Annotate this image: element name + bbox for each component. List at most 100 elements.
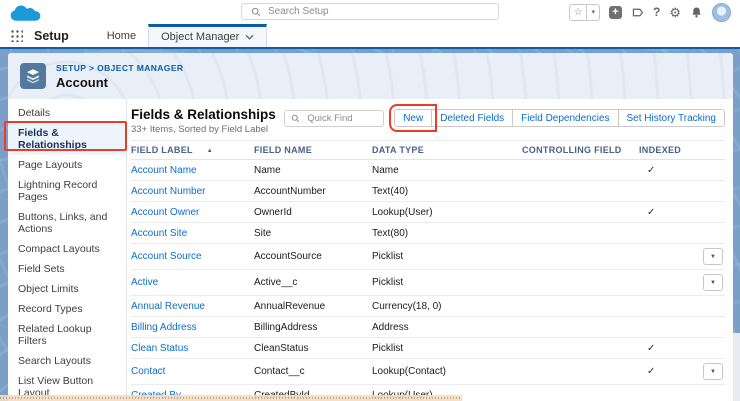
field-label-link[interactable]: Created By	[131, 390, 181, 401]
sidebar-item-page-layouts[interactable]: Page Layouts	[8, 155, 126, 175]
search-icon	[291, 114, 300, 123]
main-title-block: Fields & Relationships 33+ Items, Sorted…	[131, 107, 276, 135]
column-header-label: FIELD LABEL	[131, 145, 193, 155]
guidance-center-icon[interactable]	[631, 6, 644, 19]
set-history-tracking-button[interactable]: Set History Tracking	[618, 109, 725, 127]
tab-object-manager[interactable]: Object Manager	[148, 24, 267, 47]
sidebar-item-buttons-links-and-actions[interactable]: Buttons, Links, and Actions	[8, 207, 126, 239]
data-type-cell: Text(40)	[372, 186, 522, 197]
column-header-data-type[interactable]: DATA TYPE	[372, 145, 522, 155]
tab-home[interactable]: Home	[95, 24, 148, 47]
sidebar-item-field-sets[interactable]: Field Sets	[8, 259, 126, 279]
column-header-field-label[interactable]: FIELD LABEL ▲	[131, 145, 254, 155]
field-name-cell: CleanStatus	[254, 343, 372, 354]
indexed-check-icon: ✓	[647, 165, 655, 176]
column-header-field-name[interactable]: FIELD NAME	[254, 145, 372, 155]
sidebar-item-compact-layouts[interactable]: Compact Layouts	[8, 239, 126, 259]
user-avatar[interactable]	[712, 3, 731, 22]
field-label-link[interactable]: Contact	[131, 366, 165, 377]
favorites-dropdown-icon[interactable]: ▾	[587, 8, 599, 16]
favorites-star-icon[interactable]: ☆	[570, 6, 587, 19]
table-row: Clean StatusCleanStatusPicklist✓	[131, 338, 725, 359]
column-header-controlling-field[interactable]: CONTROLLING FIELD	[522, 145, 639, 155]
new-button[interactable]: New	[394, 109, 432, 127]
section-subtitle: 33+ Items, Sorted by Field Label	[131, 124, 276, 135]
sidebar-item-details[interactable]: Details	[8, 103, 126, 123]
table-row: Billing AddressBillingAddressAddress	[131, 317, 725, 338]
field-label-link[interactable]: Account Site	[131, 228, 187, 239]
main-panel: Fields & Relationships 33+ Items, Sorted…	[127, 99, 733, 401]
sidebar-nav: DetailsFields & Relationships Page Layout…	[8, 99, 127, 401]
column-header-indexed[interactable]: INDEXED	[639, 145, 695, 155]
scrollbar-track[interactable]	[733, 333, 740, 401]
help-icon[interactable]: ?	[653, 5, 660, 19]
field-label-link[interactable]: Clean Status	[131, 343, 188, 354]
field-label-link[interactable]: Active	[131, 277, 158, 288]
field-name-cell: AccountNumber	[254, 186, 372, 197]
sidebar-item-lightning-record-pages[interactable]: Lightning Record Pages	[8, 175, 126, 207]
data-type-cell: Lookup(User)	[372, 207, 522, 218]
field-label-link[interactable]: Account Name	[131, 165, 197, 176]
object-manager-icon	[20, 63, 46, 89]
indexed-check-icon: ✓	[647, 343, 655, 354]
sidebar-item-record-types[interactable]: Record Types	[8, 299, 126, 319]
row-actions-cell: ▼	[695, 248, 725, 265]
data-type-cell: Currency(18, 0)	[372, 301, 522, 312]
indexed-check-icon: ✓	[647, 207, 655, 218]
table-row: Account OwnerOwnerIdLookup(User)✓	[131, 202, 725, 223]
quick-find-input[interactable]	[305, 112, 375, 125]
data-type-cell: Picklist	[372, 251, 522, 262]
sort-ascending-icon: ▲	[207, 148, 213, 154]
sidebar-item-list-view-button-layout[interactable]: List View Button Layout	[8, 371, 126, 401]
global-search-input[interactable]	[268, 6, 498, 17]
field-label-link[interactable]: Account Source	[131, 251, 202, 262]
page-title: Account	[56, 75, 183, 90]
header-icons: ☆ ▾ + ? ⚙	[569, 3, 740, 22]
sidebar-item-label: Lightning Record Pages	[18, 179, 97, 203]
global-actions-plus-icon[interactable]: +	[609, 6, 622, 19]
sidebar-item-object-limits[interactable]: Object Limits	[8, 279, 126, 299]
notifications-bell-icon[interactable]	[690, 6, 703, 19]
indexed-cell: ✓	[639, 366, 695, 377]
fields-table: FIELD LABEL ▲ FIELD NAMEDATA TYPECONTROLLI…	[131, 140, 725, 401]
page-banner: SETUP > OBJECT MANAGER Account	[8, 53, 733, 99]
field-label-link[interactable]: Annual Revenue	[131, 301, 205, 312]
sidebar-item-label: Page Layouts	[18, 159, 82, 171]
row-actions-cell: ▼	[695, 363, 725, 380]
field-name-cell: Site	[254, 228, 372, 239]
table-row: ContactContact__cLookup(Contact)✓▼	[131, 359, 725, 385]
row-actions-button[interactable]: ▼	[703, 363, 723, 380]
field-name-cell: Active__c	[254, 277, 372, 288]
row-actions-button[interactable]: ▼	[703, 248, 723, 265]
field-dependencies-button[interactable]: Field Dependencies	[512, 109, 618, 127]
field-label-link[interactable]: Account Number	[131, 186, 205, 197]
data-type-cell: Lookup(Contact)	[372, 366, 522, 377]
salesforce-cloud-logo	[8, 3, 42, 22]
chevron-down-icon	[245, 34, 254, 40]
sidebar-item-label: Record Types	[18, 303, 83, 315]
search-icon	[251, 7, 261, 17]
sidebar-item-search-layouts[interactable]: Search Layouts	[8, 351, 126, 371]
field-label-link[interactable]: Account Owner	[131, 207, 199, 218]
app-launcher-icon[interactable]	[10, 29, 23, 42]
content-card: SETUP > OBJECT MANAGER Account DetailsFi…	[8, 53, 733, 401]
sidebar-item-related-lookup-filters[interactable]: Related Lookup Filters	[8, 319, 126, 351]
deleted-fields-button[interactable]: Deleted Fields	[431, 109, 513, 127]
sidebar-item-label: List View Button Layout	[18, 375, 93, 399]
table-row: Account Number AccountNumberText(40)	[131, 181, 725, 202]
column-header-label: INDEXED	[639, 145, 681, 155]
favorites-control: ☆ ▾	[569, 4, 600, 21]
nav-tabs: Home Object Manager	[95, 24, 268, 47]
row-actions-button[interactable]: ▼	[703, 274, 723, 291]
sidebar-item-fields-relationships[interactable]: Fields & Relationships	[8, 123, 126, 155]
data-type-cell: Picklist	[372, 277, 522, 288]
quick-find-box	[284, 110, 384, 127]
breadcrumb[interactable]: SETUP > OBJECT MANAGER	[56, 63, 183, 73]
action-button-group: NewDeleted FieldsField DependenciesSet H…	[394, 109, 725, 127]
field-label-link[interactable]: Billing Address	[131, 322, 197, 333]
sidebar-item-label: Related Lookup Filters	[18, 323, 92, 347]
field-name-cell: AnnualRevenue	[254, 301, 372, 312]
setup-gear-icon[interactable]: ⚙	[669, 6, 681, 19]
section-title: Fields & Relationships	[131, 107, 276, 122]
table-body: Account NameNameName✓Account NumberAccou…	[131, 160, 725, 401]
